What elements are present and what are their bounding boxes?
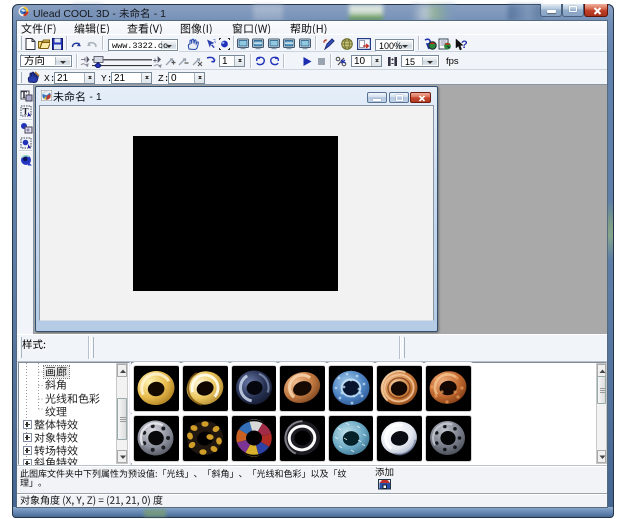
svg-text:T: T: [22, 106, 28, 116]
svg-text:?: ?: [461, 39, 467, 51]
